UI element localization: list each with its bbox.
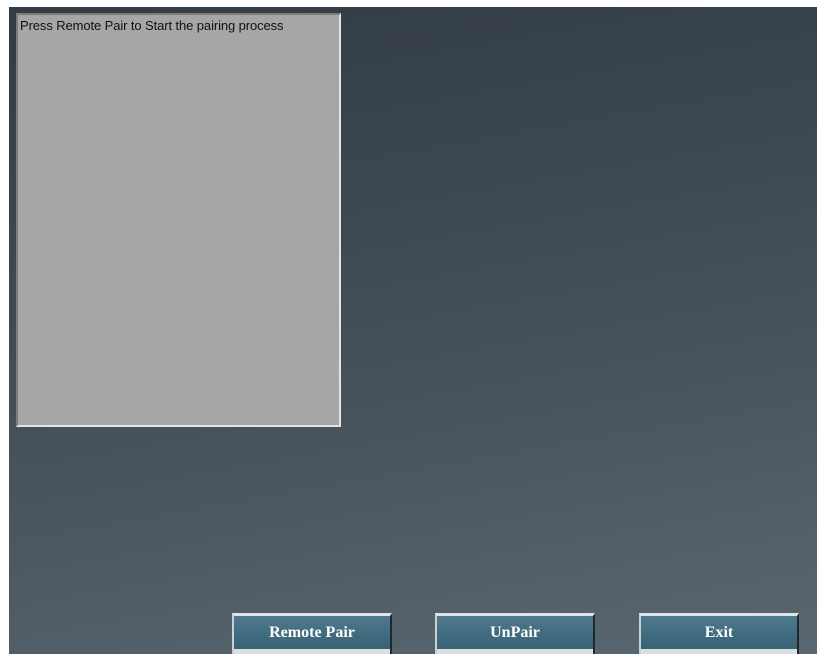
status-panel: Press Remote Pair to Start the pairing p… — [16, 13, 341, 427]
pairing-window: Press Remote Pair to Start the pairing p… — [9, 7, 817, 654]
unpair-label: UnPair — [490, 624, 540, 641]
exit-button[interactable]: Exit — [639, 613, 799, 654]
exit-label: Exit — [704, 624, 734, 641]
unpair-button[interactable]: UnPair — [435, 613, 595, 654]
status-message: Press Remote Pair to Start the pairing p… — [20, 18, 284, 33]
remote-pair-label: Remote Pair — [269, 624, 355, 641]
remote-pair-button[interactable]: Remote Pair — [232, 613, 392, 654]
